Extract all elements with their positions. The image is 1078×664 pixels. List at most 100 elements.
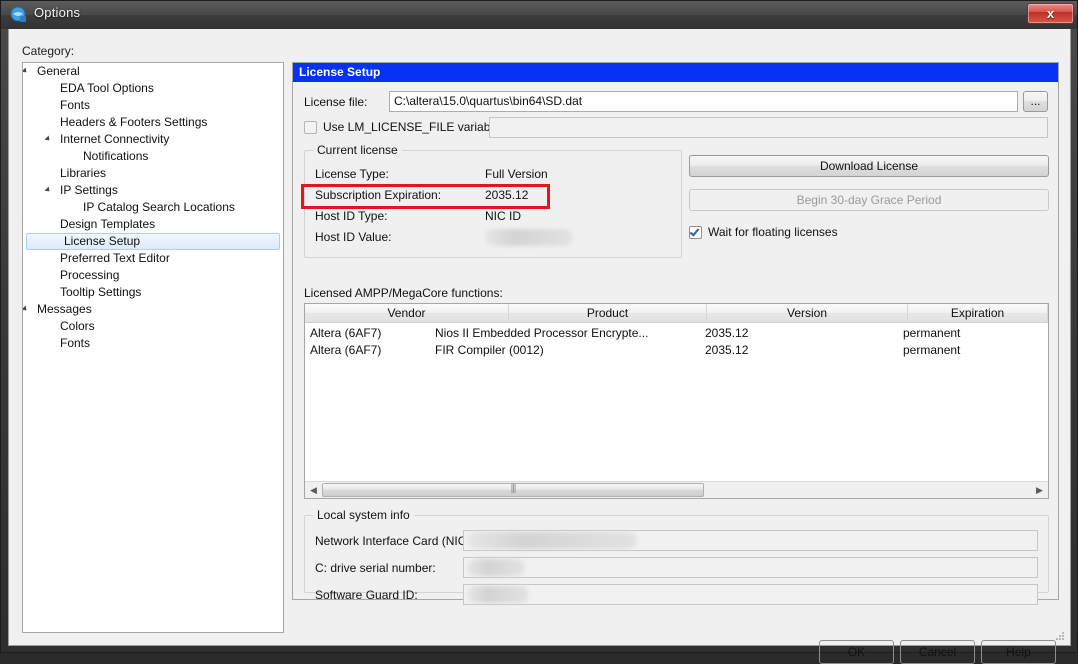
local-system-row-input[interactable] bbox=[463, 557, 1038, 578]
current-license-row-value: NIC ID bbox=[485, 209, 521, 223]
table-cell: Altera (6AF7) bbox=[310, 326, 382, 340]
close-button[interactable]: x bbox=[1027, 3, 1074, 24]
table-cell: permanent bbox=[903, 343, 961, 357]
lm-license-file-input[interactable] bbox=[489, 117, 1048, 138]
current-license-row-label: Subscription Expiration: bbox=[315, 188, 442, 202]
tree-item-preferred-text-editor[interactable]: Preferred Text Editor bbox=[23, 250, 283, 267]
table-column-header[interactable]: Vendor bbox=[305, 304, 509, 323]
begin-grace-period-button: Begin 30-day Grace Period bbox=[689, 189, 1049, 211]
table-cell: permanent bbox=[903, 326, 961, 340]
tree-item-colors[interactable]: Colors bbox=[23, 318, 283, 335]
tree-item-general[interactable]: General bbox=[23, 63, 283, 80]
dialog-client-area: Category: General EDA Tool Options Fonts He… bbox=[8, 29, 1071, 664]
tree-item-label: IP Settings bbox=[60, 183, 118, 197]
expand-arrow-icon[interactable] bbox=[23, 305, 29, 313]
tree-item-label: IP Catalog Search Locations bbox=[83, 200, 235, 214]
tree-item-label: Design Templates bbox=[60, 217, 156, 231]
tree-item-label: Tooltip Settings bbox=[60, 285, 142, 299]
tree-item-label: Fonts bbox=[60, 336, 91, 350]
license-setup-panel: License Setup License file: C:\altera\15… bbox=[292, 62, 1059, 605]
tree-item-libraries[interactable]: Libraries bbox=[23, 165, 283, 182]
resize-grip-icon[interactable] bbox=[1054, 630, 1066, 642]
tree-item-label: Internet Connectivity bbox=[60, 132, 170, 146]
tree-item-internet-connectivity[interactable]: Internet Connectivity bbox=[23, 131, 283, 148]
local-system-info-group: Local system info bbox=[304, 508, 1049, 593]
expand-arrow-icon[interactable] bbox=[23, 67, 29, 75]
tree-item-messages[interactable]: Messages bbox=[23, 301, 283, 318]
tree-item-label: Headers & Footers Settings bbox=[60, 115, 208, 129]
tree-item-label: Processing bbox=[60, 268, 120, 282]
category-tree[interactable]: General EDA Tool Options Fonts Headers & Fo… bbox=[22, 62, 284, 633]
use-lm-license-file-label: Use LM_LICENSE_FILE variable: bbox=[323, 120, 504, 134]
table-column-header[interactable]: Version bbox=[707, 304, 908, 323]
current-license-row-label: License Type: bbox=[315, 167, 389, 181]
title-bar: Options x bbox=[1, 1, 1077, 29]
expand-arrow-icon[interactable] bbox=[44, 186, 52, 194]
current-license-row-value: 2035.12 bbox=[485, 188, 529, 202]
tree-item-label: License Setup bbox=[64, 234, 141, 248]
ok-button[interactable]: OK bbox=[819, 640, 894, 664]
tree-item-label: Colors bbox=[60, 319, 95, 333]
table-cell: FIR Compiler (0012) bbox=[435, 343, 544, 357]
redacted-value bbox=[467, 559, 525, 576]
expand-arrow-icon[interactable] bbox=[44, 135, 52, 143]
licensed-functions-caption: Licensed AMPP/MegaCore functions: bbox=[304, 286, 503, 300]
current-license-title: Current license bbox=[313, 143, 402, 157]
tree-item-license-setup[interactable]: License Setup bbox=[26, 233, 280, 250]
local-system-row-input[interactable] bbox=[463, 584, 1038, 605]
tree-item-label: Libraries bbox=[60, 166, 107, 180]
current-license-row-label: Host ID Value: bbox=[315, 230, 392, 244]
local-system-info-title: Local system info bbox=[313, 508, 414, 522]
quartus-app-icon bbox=[10, 6, 26, 22]
tree-item-fonts[interactable]: Fonts bbox=[23, 97, 283, 114]
wait-floating-licenses-label: Wait for floating licenses bbox=[708, 225, 838, 239]
current-license-row-label: Host ID Type: bbox=[315, 209, 388, 223]
table-cell: 2035.12 bbox=[705, 326, 749, 340]
table-row[interactable]: Altera (6AF7) Nios II Embedded Processor … bbox=[305, 325, 1048, 341]
category-label: Category: bbox=[22, 44, 75, 58]
tree-item-label: Fonts bbox=[60, 98, 91, 112]
tree-item-label: Notifications bbox=[83, 149, 149, 163]
tree-item-headers-footers-settings[interactable]: Headers & Footers Settings bbox=[23, 114, 283, 131]
local-system-row-label: Software Guard ID: bbox=[315, 588, 418, 602]
tree-item-processing[interactable]: Processing bbox=[23, 267, 283, 284]
tree-item-eda-tool-options[interactable]: EDA Tool Options bbox=[23, 80, 283, 97]
tree-item-fonts[interactable]: Fonts bbox=[23, 335, 283, 352]
tree-item-label: Preferred Text Editor bbox=[60, 251, 170, 265]
tree-item-label: General bbox=[37, 64, 80, 78]
tree-item-tooltip-settings[interactable]: Tooltip Settings bbox=[23, 284, 283, 301]
help-button[interactable]: Help bbox=[981, 640, 1056, 664]
table-header-row: Vendor Product Version Expiration bbox=[305, 304, 1048, 323]
tree-item-notifications[interactable]: Notifications bbox=[23, 148, 283, 165]
tree-item-ip-settings[interactable]: IP Settings bbox=[23, 182, 283, 199]
table-column-header[interactable]: Expiration bbox=[908, 304, 1048, 323]
panel-title: License Setup bbox=[293, 63, 1058, 82]
table-cell: Altera (6AF7) bbox=[310, 343, 382, 357]
options-window: Options x Category: General EDA Tool Opti… bbox=[0, 0, 1078, 664]
table-row[interactable]: Altera (6AF7) FIR Compiler (0012) 2035.12 p… bbox=[305, 342, 1048, 358]
wait-floating-licenses-checkbox[interactable] bbox=[689, 226, 702, 239]
table-horizontal-scrollbar[interactable]: ◀ ▶ bbox=[305, 481, 1048, 498]
scroll-left-arrow-icon[interactable]: ◀ bbox=[306, 483, 321, 497]
license-file-input[interactable]: C:\altera\15.0\quartus\bin64\SD.dat bbox=[389, 91, 1018, 112]
redacted-value bbox=[485, 229, 573, 246]
cancel-button[interactable]: Cancel bbox=[900, 640, 975, 664]
redacted-value bbox=[467, 532, 637, 549]
window-title: Options bbox=[34, 5, 81, 20]
tree-item-design-templates[interactable]: Design Templates bbox=[23, 216, 283, 233]
tree-item-label: EDA Tool Options bbox=[60, 81, 154, 95]
table-cell: Nios II Embedded Processor Encrypte... bbox=[435, 326, 649, 340]
tree-item-ip-catalog-search-locations[interactable]: IP Catalog Search Locations bbox=[23, 199, 283, 216]
scrollbar-thumb[interactable] bbox=[322, 483, 704, 497]
download-license-button[interactable]: Download License bbox=[689, 155, 1049, 177]
browse-button[interactable]: ... bbox=[1023, 91, 1048, 112]
license-file-label: License file: bbox=[304, 95, 368, 109]
table-column-header[interactable]: Product bbox=[509, 304, 707, 323]
use-lm-license-file-checkbox[interactable] bbox=[304, 121, 317, 134]
current-license-row-value: Full Version bbox=[485, 167, 548, 181]
tree-item-label: Messages bbox=[37, 302, 92, 316]
check-tick-icon bbox=[689, 226, 700, 237]
scroll-right-arrow-icon[interactable]: ▶ bbox=[1032, 483, 1047, 497]
redacted-value bbox=[467, 586, 529, 603]
licensed-functions-table[interactable]: Vendor Product Version Expiration Altera (6… bbox=[304, 303, 1049, 499]
